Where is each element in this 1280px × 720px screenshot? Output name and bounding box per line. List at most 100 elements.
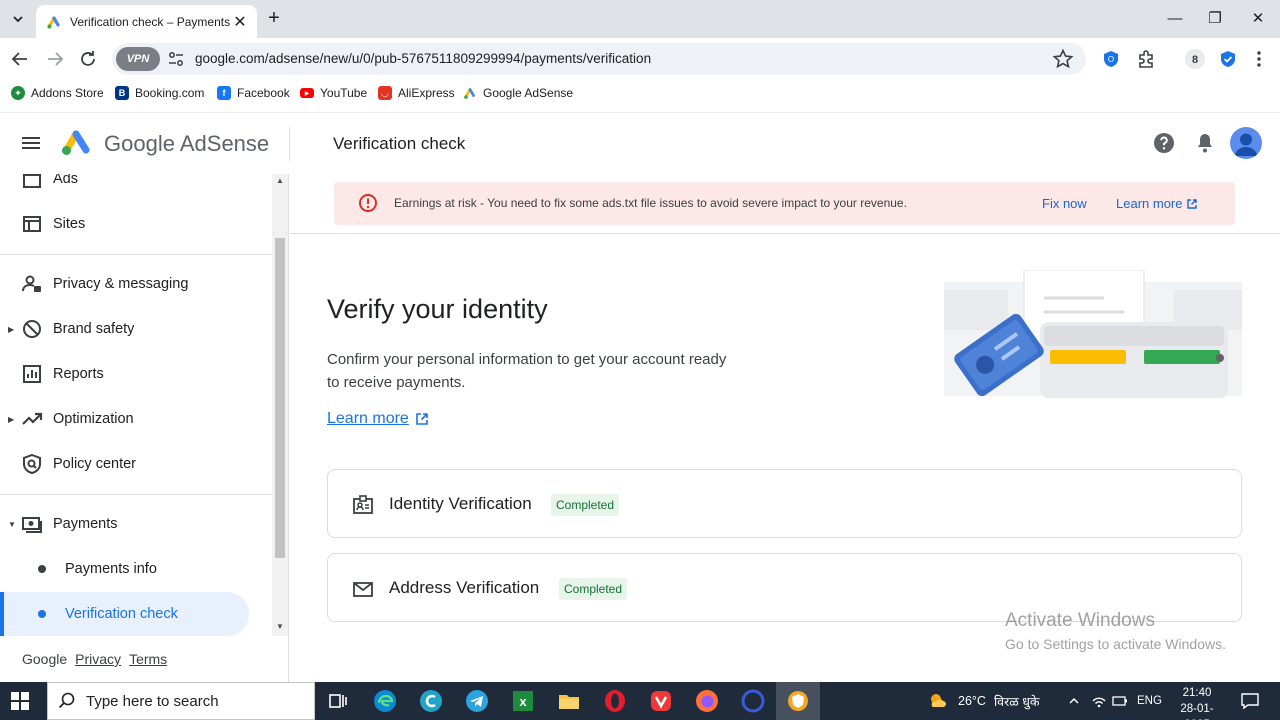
bookmark-facebook[interactable]: f Facebook [217,86,290,100]
extensions-puzzle-icon[interactable] [1134,47,1158,71]
windows-start-icon[interactable] [11,692,29,710]
telegram-icon[interactable] [463,687,491,715]
earnings-alert-banner: Earnings at risk - You need to fix some … [334,182,1235,225]
taskbar-search-input[interactable]: Type here to search [47,682,315,720]
brave-browser-icon[interactable] [776,682,820,720]
bookmark-addons-store[interactable]: ✦ Addons Store [11,86,104,100]
bookmark-google-adsense[interactable]: Google AdSense [463,86,573,100]
adsense-logo-icon [62,130,90,155]
fix-now-button[interactable]: Fix now [1042,196,1087,211]
file-explorer-icon[interactable] [555,687,583,715]
tab-search-button[interactable] [6,8,30,30]
ccleaner-icon[interactable] [417,687,445,715]
svg-text:8: 8 [1192,54,1198,66]
vpn-app-icon[interactable] [739,687,767,715]
bookmark-label: Facebook [237,86,290,100]
alert-message: Earnings at risk - You need to fix some … [394,196,907,210]
notifications-bell-icon[interactable] [1193,131,1217,155]
scroll-down-icon[interactable]: ▼ [275,622,285,631]
optimization-icon [22,412,43,425]
learn-more-link[interactable]: Learn more [327,410,429,428]
sidebar-item-label: Reports [53,366,104,382]
hamburger-menu-icon[interactable] [20,132,42,154]
aliexpress-icon: ◡ [378,86,392,100]
sidebar-item-reports[interactable]: Reports [0,354,272,394]
bookmark-label: Addons Store [31,86,104,100]
status-badge: Completed [551,494,620,516]
chevron-down-icon [13,16,23,23]
footer-privacy-link[interactable]: Privacy [75,651,121,667]
browser-menu-icon[interactable] [1247,47,1271,71]
tray-overflow-icon[interactable] [1068,682,1080,720]
sidebar-subitem-payments-info[interactable]: Payments info [0,547,249,591]
caret-right-icon: ▶ [8,324,15,334]
address-verification-title: Address Verification [389,578,540,597]
account-avatar[interactable] [1230,127,1262,159]
system-clock[interactable]: 21:40 28-01-2025 [1168,685,1226,720]
tab-close-icon[interactable]: ✕ [231,12,249,32]
edge-browser-icon[interactable] [371,687,399,715]
sidebar-item-brand-safety[interactable]: ▶ Brand safety [0,309,272,349]
facebook-icon: f [217,86,231,100]
sidebar-item-payments[interactable]: ▼ Payments [0,504,272,544]
scroll-up-icon[interactable]: ▲ [275,176,285,185]
new-tab-button[interactable]: + [262,8,286,30]
extension-check-shield-icon[interactable] [1216,47,1240,71]
battery-icon[interactable] [1112,682,1128,720]
back-button[interactable] [7,46,33,72]
sidebar-subitem-verification-check[interactable]: Verification check [0,592,249,636]
scrollbar-thumb[interactable] [275,238,285,558]
extension-shield-icon[interactable]: O [1099,47,1123,71]
header-divider [289,127,290,161]
address-bar[interactable]: VPN google.com/adsense/new/u/0/pub-57675… [112,43,1086,75]
payments-icon [22,517,42,533]
profile-icon[interactable]: 8 [1183,47,1207,71]
bookmark-youtube[interactable]: ▶ YouTube [300,86,367,100]
sidebar-scrollbar[interactable]: ▲ ▼ [272,174,288,636]
windows-taskbar: Type here to search x 26°C विरळ धुके ENG… [0,682,1280,720]
notification-center-icon[interactable] [1240,691,1260,711]
firefox-browser-icon[interactable] [693,687,721,715]
bullet-icon [38,565,46,573]
footer-terms-link[interactable]: Terms [129,651,167,667]
help-icon[interactable] [1152,131,1176,155]
sidebar-item-policy-center[interactable]: Policy center [0,444,272,484]
bookmarks-bar: ✦ Addons Store B Booking.com f Facebook … [0,80,1280,108]
identity-verification-card[interactable]: Identity Verification Completed [327,469,1242,538]
sidebar-footer: Google Privacy Terms [0,636,272,682]
sidebar-item-privacy[interactable]: Privacy & messaging [0,264,272,304]
network-icon[interactable] [1091,682,1107,720]
weather-widget[interactable]: 26°C विरळ धुके [928,682,1040,720]
opera-browser-icon[interactable] [601,687,629,715]
sidebar-item-label: Policy center [53,456,137,472]
bookmark-aliexpress[interactable]: ◡ AliExpress [378,86,455,100]
minimize-button[interactable]: — [1160,7,1190,31]
sidebar-item-optimization[interactable]: ▶ Optimization [0,399,272,439]
adsense-icon [464,88,475,99]
sidebar-item-ads[interactable]: Ads [0,174,272,199]
learn-more-label: Learn more [327,410,409,427]
user-avatar-icon [1235,133,1257,156]
vpn-button[interactable]: VPN [116,47,160,71]
task-view-icon[interactable] [324,687,352,715]
language-indicator[interactable]: ENG [1137,682,1162,720]
alert-learn-more-link[interactable]: Learn more [1116,196,1198,211]
youtube-icon: ▶ [300,88,314,98]
bookmark-label: YouTube [320,86,368,100]
browser-tab-active[interactable]: Verification check – Payments – ✕ [36,5,257,38]
bookmark-star-icon[interactable] [1052,48,1074,70]
reload-button[interactable] [75,46,101,72]
vivaldi-browser-icon[interactable] [647,687,675,715]
policy-icon [23,453,41,475]
reports-icon [23,365,41,383]
close-window-button[interactable]: ✕ [1243,7,1273,31]
sidebar-item-sites[interactable]: Sites [0,204,272,244]
spreadsheet-app-icon[interactable]: x [509,687,537,715]
search-placeholder: Type here to search [86,692,219,710]
maximize-button[interactable]: ❐ [1200,7,1230,31]
arrow-right-icon [48,52,64,66]
bookmark-booking[interactable]: B Booking.com [115,86,204,100]
sidebar-item-label: Sites [53,216,86,232]
site-settings-icon[interactable] [167,50,185,68]
forward-button[interactable] [42,46,68,72]
